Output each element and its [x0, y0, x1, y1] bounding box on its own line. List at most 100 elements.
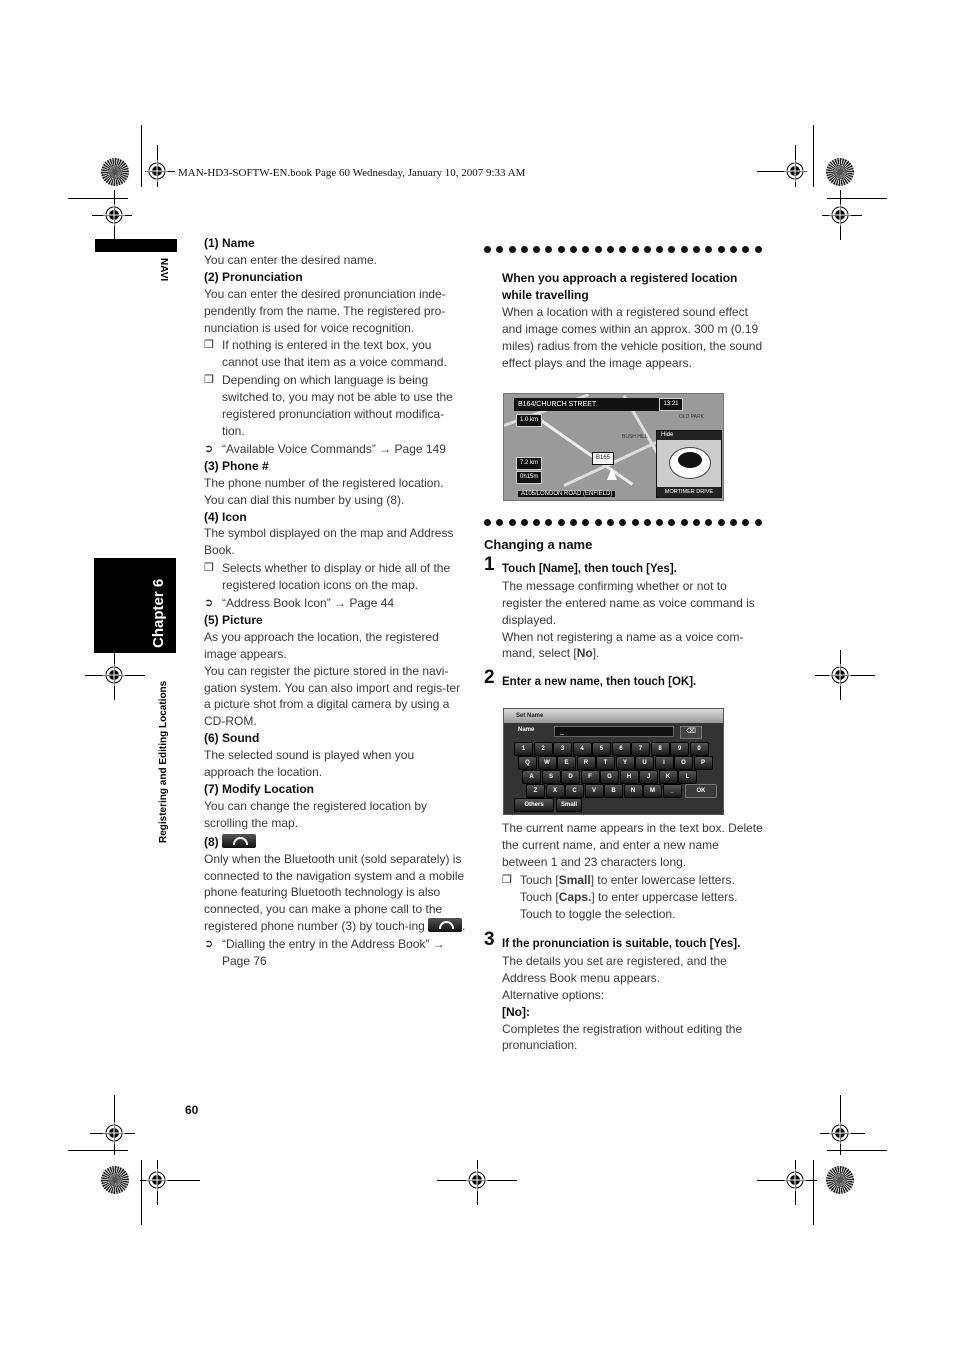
registration-mark-icon — [103, 204, 125, 226]
key-c[interactable]: C — [565, 784, 584, 798]
color-target-icon — [101, 1166, 129, 1194]
key-m[interactable]: M — [643, 784, 662, 798]
step-2-text: The current name appears in the text box… — [502, 821, 763, 869]
key-w[interactable]: W — [537, 756, 557, 770]
key-r[interactable]: R — [576, 756, 596, 770]
key-q[interactable]: Q — [518, 756, 537, 770]
total-distance: 7.2 km — [516, 457, 543, 470]
navi-tab-bar — [95, 239, 177, 252]
picture-heading: (5) Picture — [204, 612, 263, 627]
name-input[interactable]: _ — [554, 726, 674, 737]
registration-mark-icon — [466, 1169, 488, 1191]
key-x[interactable]: X — [545, 784, 565, 798]
key-l[interactable]: L — [678, 770, 697, 784]
key-k[interactable]: K — [658, 770, 678, 784]
key-7[interactable]: 7 — [631, 742, 650, 756]
key-b[interactable]: B — [604, 784, 623, 798]
key-0[interactable]: 0 — [689, 742, 709, 756]
left-column: (1) Name You can enter the desired name.… — [204, 235, 466, 970]
key-p[interactable]: P — [693, 756, 713, 770]
key-6[interactable]: 6 — [611, 742, 631, 756]
key-1[interactable]: 1 — [514, 742, 533, 756]
registration-mark-icon — [103, 664, 125, 686]
key-u[interactable]: U — [635, 756, 654, 770]
name-heading: (1) Name — [204, 236, 255, 250]
key-d[interactable]: D — [561, 770, 580, 784]
key-h[interactable]: H — [619, 770, 639, 784]
pronunciation-heading: (2) Pronunciation — [204, 269, 303, 284]
key-s[interactable]: S — [541, 770, 561, 784]
key-v[interactable]: V — [584, 784, 604, 798]
clock: 13:21 — [659, 398, 683, 411]
checkbox-note-icon: ❒ — [204, 339, 214, 352]
icon-heading: (4) Icon — [204, 509, 247, 524]
reference-link[interactable]: ➲ “Available Voice Commands” → Page 149 — [204, 441, 466, 458]
key-5[interactable]: 5 — [592, 742, 611, 756]
book-info-header: MAN-HD3-SOFTW-EN.book Page 60 Wednesday,… — [178, 167, 526, 179]
checkbox-note-icon: ❒ — [204, 562, 214, 575]
coffee-cup-image — [669, 447, 711, 479]
dotted-divider — [484, 240, 764, 258]
step-2: 2 Enter a new name, then touch [OK]. — [484, 668, 764, 691]
next-distance: 1.0 km — [516, 414, 543, 427]
keyboard-screenshot: Set Name Name _ ⌫ 1234567890QWERTYUIOPAS… — [503, 708, 724, 815]
phone-text: The phone number of the registered locat… — [204, 475, 444, 507]
modify-text: You can change the registered location b… — [204, 798, 428, 830]
registration-mark-icon — [146, 160, 168, 182]
step-3: 3 If the pronunciation is suitable, touc… — [484, 930, 764, 1054]
reference-arrow-icon: ➲ — [204, 938, 214, 951]
navi-label: NAVI — [158, 258, 169, 282]
key-o[interactable]: O — [674, 756, 693, 770]
key-f[interactable]: F — [580, 770, 600, 784]
checkbox-note-icon: ❒ — [502, 873, 512, 886]
key-t[interactable]: T — [596, 756, 615, 770]
note-item: ❒ If nothing is entered in the text box, … — [204, 338, 447, 370]
phone-call-icon — [222, 833, 257, 848]
no-heading: [No]: — [502, 1004, 530, 1019]
key-space[interactable]: _ — [662, 784, 682, 798]
picture-caption: MORTIMER DRIVE — [657, 487, 721, 497]
step-3-block: 3 If the pronunciation is suitable, touc… — [484, 930, 764, 1054]
key-i[interactable]: I — [654, 756, 674, 770]
key-4[interactable]: 4 — [572, 742, 592, 756]
key-n[interactable]: N — [623, 784, 643, 798]
icon-text: The symbol displayed on the map and Addr… — [204, 526, 454, 558]
key-2[interactable]: 2 — [533, 742, 553, 756]
vehicle-position-icon — [607, 468, 617, 480]
reference-link[interactable]: ➲ “Address Book Icon” → Page 44 — [204, 595, 466, 612]
step-1-title: Touch [Name], then touch [Yes]. — [502, 562, 677, 575]
step-1-text-2: When not registering a name as a voice c… — [502, 629, 744, 661]
backspace-button[interactable]: ⌫ — [680, 726, 702, 739]
picture-text: As you approach the location, the regist… — [204, 629, 439, 661]
step-3-title: If the pronunciation is suitable, touch … — [502, 938, 741, 950]
key-a[interactable]: A — [522, 770, 541, 784]
key-j[interactable]: J — [639, 770, 658, 784]
key-g[interactable]: G — [600, 770, 619, 784]
key-e[interactable]: E — [557, 756, 576, 770]
name-label: Name — [518, 727, 535, 733]
alternative-label: Alternative options: — [502, 987, 605, 1002]
registration-mark-icon — [829, 1122, 851, 1144]
key-y[interactable]: Y — [615, 756, 635, 770]
key-8[interactable]: 8 — [650, 742, 670, 756]
dotted-divider — [484, 513, 764, 531]
map-screenshot: BUSH HILL OLD PARK B164/CHURCH STREET 13… — [503, 393, 724, 501]
sound-text: The selected sound is played when you ap… — [204, 748, 415, 780]
reference-arrow-icon: ➲ — [204, 442, 214, 455]
modify-heading: (7) Modify Location — [204, 782, 314, 796]
reference-link[interactable]: ➲ “Dialling the entry in the Address Book… — [204, 936, 466, 970]
eta: 0h15m — [516, 471, 543, 484]
key-9[interactable]: 9 — [670, 742, 689, 756]
key-z[interactable]: Z — [526, 784, 545, 798]
key-3[interactable]: 3 — [553, 742, 572, 756]
step-3-text: The details you set are registered, and … — [502, 953, 727, 985]
color-target-icon — [101, 158, 129, 186]
ok-button[interactable]: OK — [685, 784, 717, 798]
approach-heading: When you approach a registered location … — [502, 271, 738, 302]
chapter-label: Chapter 6 — [150, 578, 167, 648]
map-label: BUSH HILL — [622, 434, 648, 440]
others-button[interactable]: Others — [514, 798, 554, 812]
small-button[interactable]: Small — [556, 798, 582, 812]
hide-button[interactable]: Hide — [657, 431, 721, 440]
color-target-icon — [826, 1166, 854, 1194]
